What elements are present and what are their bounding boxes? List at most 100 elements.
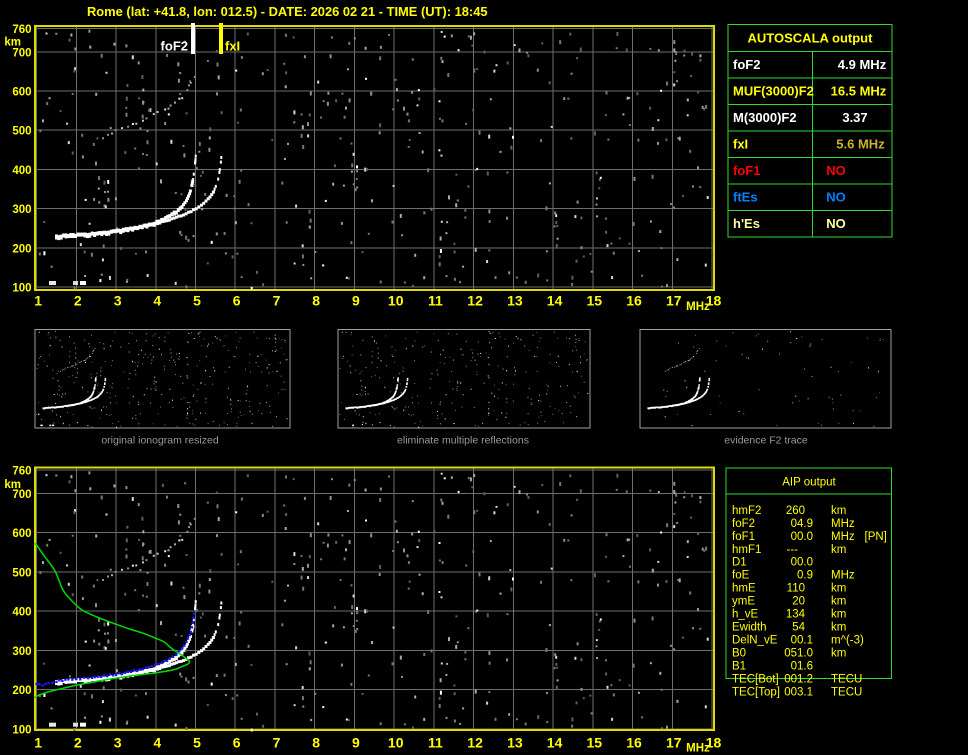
svg-text:15: 15 [587,735,603,751]
svg-text:4.9 MHz: 4.9 MHz [838,57,887,72]
svg-text:0.9: 0.9 [797,570,813,582]
svg-text:001.2: 001.2 [784,673,813,685]
svg-text:11: 11 [428,293,443,309]
svg-text:Ewidth: Ewidth [732,622,767,634]
svg-text:D1: D1 [732,557,747,569]
svg-text:4: 4 [153,735,161,751]
svg-text:00.1: 00.1 [791,635,813,647]
svg-text:eliminate multiple reflections: eliminate multiple reflections [397,435,529,447]
svg-text:134: 134 [786,609,806,621]
svg-text:MHz: MHz [831,570,855,582]
svg-text:12: 12 [467,735,483,751]
svg-text:[PN]: [PN] [865,531,887,543]
svg-text:13: 13 [507,735,523,751]
svg-text:5.6 MHz: 5.6 MHz [836,136,885,151]
svg-text:---: --- [787,544,799,556]
svg-text:km: km [4,37,21,49]
svg-text:6: 6 [233,293,241,309]
svg-text:h'Es: h'Es [733,216,760,231]
svg-text:evidence F2 trace: evidence F2 trace [724,435,808,447]
svg-text:16.5 MHz: 16.5 MHz [831,83,887,98]
svg-text:13: 13 [507,293,523,309]
svg-text:17: 17 [666,293,682,309]
svg-text:fxI: fxI [733,136,748,151]
svg-text:16: 16 [626,293,642,309]
svg-text:km: km [831,622,846,634]
svg-text:4: 4 [153,293,161,309]
svg-text:54: 54 [792,622,805,634]
svg-text:foF2: foF2 [733,57,760,72]
svg-text:MHz: MHz [686,301,710,313]
svg-text:400: 400 [12,607,31,619]
svg-text:B1: B1 [732,660,746,672]
svg-text:00.0: 00.0 [791,557,813,569]
svg-text:7: 7 [273,735,281,751]
svg-text:AUTOSCALA output: AUTOSCALA output [748,31,874,46]
svg-text:11: 11 [428,735,443,751]
svg-text:Rome (lat: +41.8, lon: 012.5): Rome (lat: +41.8, lon: 012.5) - DATE: 20… [87,4,488,19]
svg-text:M(3000)F2: M(3000)F2 [733,110,797,125]
svg-text:500: 500 [12,567,31,579]
svg-text:8: 8 [312,735,320,751]
svg-text:km: km [831,596,846,608]
svg-text:10: 10 [388,293,404,309]
svg-text:hmF2: hmF2 [732,505,761,517]
svg-text:original ionogram resized: original ionogram resized [101,435,218,447]
svg-text:16: 16 [626,735,642,751]
svg-text:6: 6 [233,735,241,751]
svg-text:foF1: foF1 [733,163,760,178]
svg-text:600: 600 [12,528,31,540]
svg-text:foF1: foF1 [732,531,755,543]
svg-text:3.37: 3.37 [842,110,867,125]
svg-text:17: 17 [666,735,682,751]
svg-text:MHz: MHz [686,743,710,755]
svg-text:km: km [4,479,21,491]
svg-text:1: 1 [34,293,42,309]
svg-text:00.0: 00.0 [791,531,813,543]
svg-text:051.0: 051.0 [784,648,813,660]
svg-text:9: 9 [352,735,360,751]
svg-text:10: 10 [388,735,404,751]
svg-text:100: 100 [12,283,31,295]
svg-text:km: km [831,583,846,595]
svg-text:1: 1 [34,735,42,751]
svg-text:foF2: foF2 [732,518,755,530]
svg-text:400: 400 [12,165,31,177]
svg-text:14: 14 [547,735,563,751]
svg-text:NO: NO [826,163,846,178]
svg-text:foF2: foF2 [161,39,188,54]
svg-text:B0: B0 [732,648,746,660]
svg-text:110: 110 [787,583,805,595]
svg-text:700: 700 [12,47,31,59]
svg-text:200: 200 [12,685,31,697]
svg-text:760: 760 [12,24,31,36]
svg-text:km: km [831,544,846,556]
svg-text:2: 2 [74,735,82,751]
svg-text:3: 3 [114,293,122,309]
svg-text:NO: NO [826,189,846,204]
svg-text:km: km [831,609,846,621]
svg-text:m^(-3): m^(-3) [831,635,864,647]
svg-text:12: 12 [467,293,483,309]
svg-text:260: 260 [786,505,805,517]
svg-text:NO: NO [826,216,846,231]
svg-text:5: 5 [193,735,201,751]
svg-text:300: 300 [12,204,31,216]
svg-text:hmF1: hmF1 [732,544,761,556]
svg-text:8: 8 [312,293,320,309]
svg-text:15: 15 [587,293,603,309]
svg-text:fxI: fxI [225,39,240,54]
svg-text:DelN_vE: DelN_vE [732,635,778,647]
svg-text:760: 760 [12,466,31,478]
svg-text:MUF(3000)F2: MUF(3000)F2 [733,83,814,98]
svg-text:300: 300 [12,646,31,658]
svg-text:500: 500 [12,126,31,138]
svg-text:MHz: MHz [831,518,855,530]
svg-text:3: 3 [114,735,122,751]
svg-text:hmE: hmE [732,583,756,595]
svg-text:100: 100 [12,724,31,736]
svg-text:2: 2 [74,293,82,309]
svg-text:04.9: 04.9 [791,518,813,530]
svg-text:foE: foE [732,570,750,582]
svg-text:TEC[Bot]: TEC[Bot] [732,673,779,685]
